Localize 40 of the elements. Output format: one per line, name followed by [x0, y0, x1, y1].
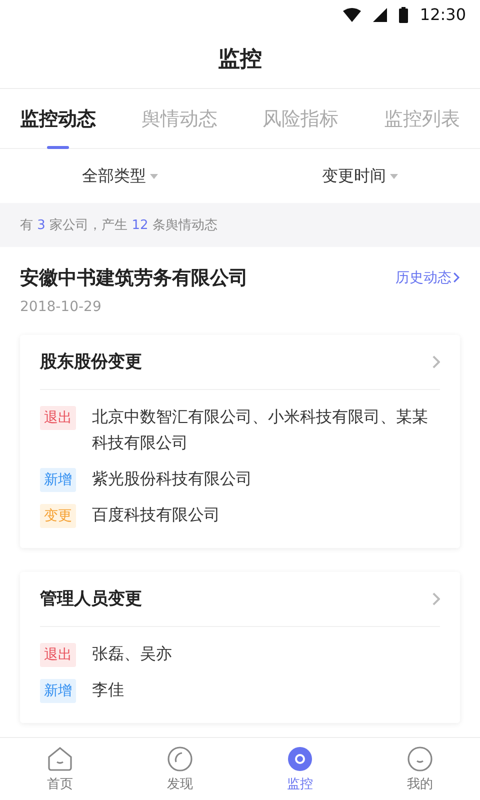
caret-icon — [150, 174, 158, 179]
history-link[interactable]: 历史动态 — [395, 268, 460, 287]
smiley-icon — [407, 746, 433, 772]
change-tag: 新增 — [40, 678, 76, 703]
wifi-icon — [342, 8, 361, 22]
entry-text: 北京中数智汇有限公司、小米科技有限司、某某科技有限公司 — [92, 406, 429, 454]
target-icon — [287, 746, 313, 772]
entry-text: 百度科技有限公司 — [92, 504, 220, 526]
nav-item[interactable]: 监控 — [240, 738, 360, 800]
status-time: 12:30 — [420, 5, 466, 24]
change-tag: 退出 — [40, 406, 76, 430]
battery-icon — [398, 6, 408, 23]
tab[interactable]: 舆情动态 — [141, 89, 218, 149]
company-name: 安徽中书建筑劳务有限公司 — [20, 266, 248, 291]
tab[interactable]: 监控动态 — [20, 89, 96, 149]
page-title: 监控 — [218, 46, 262, 74]
entry-text: 张磊、吴亦 — [92, 642, 172, 665]
company-date: 2018-10-29 — [20, 298, 102, 315]
summary-text: 有 3 家公司，产生 12 条舆情动态 — [20, 217, 218, 234]
change-tag: 变更 — [40, 504, 76, 528]
card-title: 股东股份变更 — [40, 351, 142, 374]
chevron-icon — [453, 272, 460, 284]
change-tag: 新增 — [40, 468, 76, 492]
entry-text: 紫光股份科技有限公司 — [92, 468, 252, 490]
card-title: 管理人员变更 — [40, 588, 142, 610]
tab[interactable]: 风险指标 — [262, 89, 339, 149]
nav-item[interactable]: 发现 — [120, 738, 240, 800]
nav-item[interactable]: 我的 — [360, 738, 480, 800]
nav-item[interactable]: 首页 — [0, 738, 120, 800]
caret-icon — [390, 174, 398, 179]
compass-icon — [167, 746, 193, 772]
signal-icon — [372, 8, 387, 22]
chevron-icon — [432, 354, 440, 369]
filter-dropdown[interactable]: 变更时间 — [240, 149, 480, 204]
home-icon — [47, 746, 73, 772]
tab[interactable]: 监控列表 — [384, 89, 460, 149]
chevron-icon — [432, 592, 440, 606]
filter-dropdown[interactable]: 全部类型 — [0, 149, 240, 204]
change-tag: 退出 — [40, 642, 76, 667]
entry-text: 李佳 — [92, 678, 124, 701]
